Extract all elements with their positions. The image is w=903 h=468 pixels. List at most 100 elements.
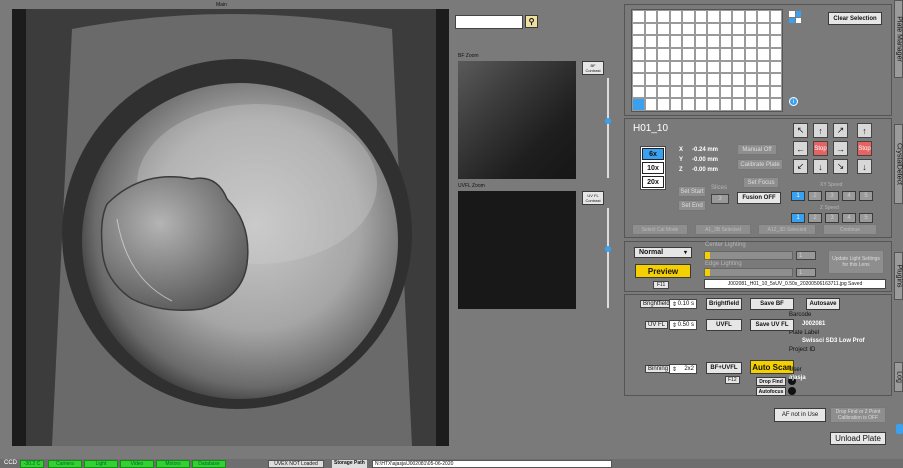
plate-well[interactable] (632, 22, 645, 36)
preview-button[interactable]: Preview (635, 264, 691, 278)
z-speed-option[interactable]: 2 (808, 213, 822, 223)
plate-well[interactable] (682, 10, 695, 23)
drop-find-cal-button[interactable]: Drop Find or 2 Point Calibration is OFF (830, 407, 886, 423)
plate-well[interactable] (757, 98, 770, 111)
plate-well[interactable] (769, 35, 782, 48)
plate-well[interactable] (719, 98, 732, 111)
plate-well[interactable] (732, 35, 745, 48)
plate-well[interactable] (757, 60, 770, 74)
plate-well[interactable] (757, 73, 770, 86)
plate-well[interactable] (757, 47, 770, 61)
plate-well[interactable] (744, 85, 757, 99)
center-lighting-thumb[interactable] (705, 252, 710, 259)
plate-well[interactable] (669, 73, 682, 86)
plate-well[interactable] (707, 22, 720, 36)
continue-button[interactable]: Continue (823, 224, 877, 235)
uvfl-contrast-slider[interactable] (605, 208, 611, 308)
uvfl-contrast-button[interactable]: UV FL Contrast (582, 191, 604, 205)
plate-well[interactable] (744, 22, 757, 36)
plate-well[interactable] (657, 35, 670, 48)
mag-6x[interactable]: 6x (642, 148, 664, 160)
plate-well[interactable] (719, 47, 732, 61)
arrow-up-icon[interactable]: ↑ (813, 123, 828, 138)
plate-well[interactable] (632, 85, 645, 99)
slices-input[interactable]: 3 (711, 194, 729, 204)
plate-well[interactable] (694, 35, 707, 48)
mag-10x[interactable]: 10x (642, 162, 664, 174)
plate-well[interactable] (632, 10, 645, 23)
update-light-button[interactable]: Update Light Settings for this Lens (828, 250, 884, 274)
edge-lighting-value[interactable]: 1 (796, 268, 816, 277)
plate-well[interactable] (769, 85, 782, 99)
uvfl-exposure[interactable]: ⇕ 0.50 s (669, 320, 697, 330)
xy-speed-option[interactable]: 1 (791, 191, 805, 201)
z-speed-option[interactable]: 5 (859, 213, 873, 223)
plate-well[interactable] (657, 73, 670, 86)
plate-well[interactable] (694, 73, 707, 86)
plate-well[interactable] (744, 73, 757, 86)
edge-lighting-slider[interactable] (704, 268, 793, 277)
grid-view-icon[interactable] (789, 11, 801, 23)
a1-3b-selected-button[interactable]: A1_3B Selected (695, 224, 751, 235)
plate-well[interactable] (657, 47, 670, 61)
plate-well[interactable] (682, 73, 695, 86)
plate-well[interactable] (757, 85, 770, 99)
plate-well[interactable] (632, 73, 645, 86)
clear-selection-button[interactable]: Clear Selection (828, 12, 882, 25)
plate-well[interactable] (719, 73, 732, 86)
plate-well[interactable] (694, 22, 707, 36)
xy-speed-option[interactable]: 4 (842, 191, 856, 201)
plate-well[interactable] (757, 22, 770, 36)
plate-well[interactable] (707, 98, 720, 111)
plate-well[interactable] (632, 47, 645, 61)
z-speed-option[interactable]: 4 (842, 213, 856, 223)
arrow-up-left-icon[interactable]: ↖ (793, 123, 808, 138)
tab-plate-manager[interactable]: Plate Manager (894, 0, 903, 78)
plate-well[interactable] (669, 35, 682, 48)
plate-well[interactable] (644, 22, 657, 36)
plate-well[interactable] (694, 85, 707, 99)
plate-well[interactable] (644, 85, 657, 99)
bf-uvfl-button[interactable]: BF+UVFL (706, 362, 742, 374)
plate-well[interactable] (682, 98, 695, 111)
plate-well[interactable] (719, 85, 732, 99)
plate-well[interactable] (744, 47, 757, 61)
arrow-down-left-icon[interactable]: ↙ (793, 159, 808, 174)
arrow-down-icon[interactable]: ↓ (813, 159, 828, 174)
af-not-in-use-button[interactable]: AF not in Use (774, 408, 826, 422)
plate-well[interactable] (744, 98, 757, 111)
center-lighting-value[interactable]: 1 (796, 251, 816, 260)
z-speed-option[interactable]: 1 (791, 213, 805, 223)
plate-well[interactable] (707, 10, 720, 23)
plate-well[interactable] (632, 35, 645, 48)
plate-well[interactable] (669, 98, 682, 111)
plate-well[interactable] (669, 60, 682, 74)
plate-well[interactable] (657, 60, 670, 74)
select-cal-mode-button[interactable]: Select Cal Mode (632, 224, 688, 235)
save-bf-button[interactable]: Save BF (750, 298, 794, 310)
plate-well[interactable] (632, 60, 645, 74)
plate-well[interactable] (769, 98, 782, 111)
z-up-arrow-icon[interactable]: ↑ (857, 123, 872, 138)
plate-well[interactable] (694, 60, 707, 74)
plate-well[interactable] (632, 98, 645, 111)
plate-well[interactable] (694, 98, 707, 111)
plate-well[interactable] (769, 47, 782, 61)
z-stop-button[interactable]: Stop (857, 141, 872, 156)
xy-speed-option[interactable]: 2 (808, 191, 822, 201)
brightfield-button[interactable]: Brightfield (706, 298, 742, 310)
bf-contrast-button[interactable]: BF Contrast (582, 61, 604, 75)
save-uvfl-button[interactable]: Save UV FL (750, 319, 794, 331)
stepper-icon[interactable]: ⇕ (672, 366, 677, 373)
z-down-arrow-icon[interactable]: ↓ (857, 159, 872, 174)
plate-well[interactable] (707, 85, 720, 99)
plate-well[interactable] (644, 35, 657, 48)
plate-well[interactable] (669, 10, 682, 23)
plate-well[interactable] (757, 10, 770, 23)
plate-well[interactable] (682, 22, 695, 36)
plate-well[interactable] (707, 47, 720, 61)
stepper-icon[interactable]: ⇕ (672, 322, 677, 329)
main-camera-view[interactable] (12, 9, 449, 446)
plate-well[interactable] (657, 22, 670, 36)
plate-well[interactable] (682, 60, 695, 74)
